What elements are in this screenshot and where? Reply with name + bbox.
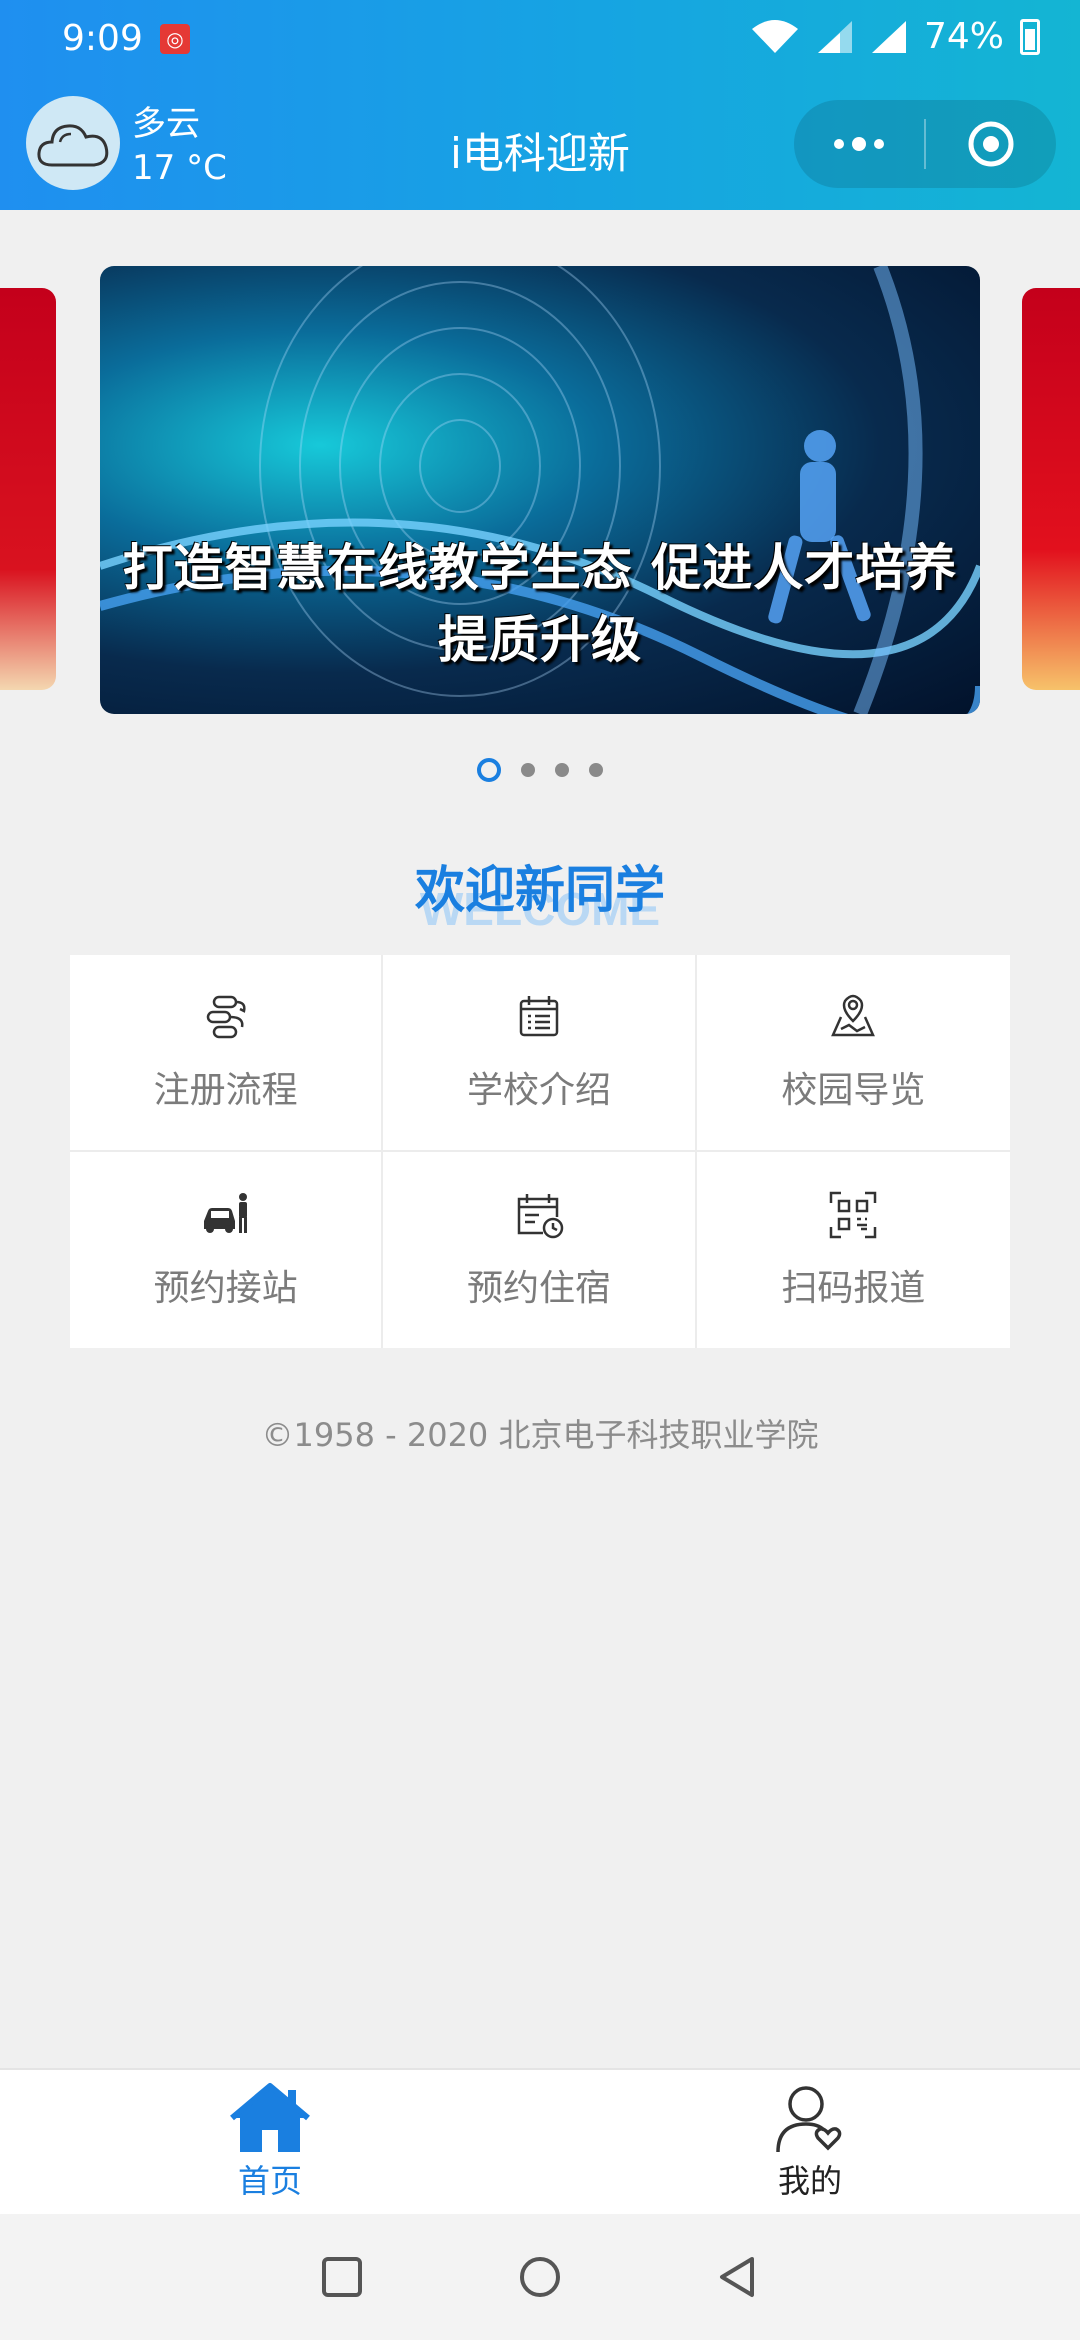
notification-app-icon: ◎ (160, 24, 190, 54)
calendar-list-icon (519, 996, 559, 1037)
carousel-dot-4[interactable] (589, 763, 603, 777)
battery-icon (1020, 18, 1040, 55)
menu-item-school-intro[interactable]: 学校介绍 (383, 955, 697, 1152)
close-program-button[interactable] (926, 100, 1056, 188)
feature-grid: 注册流程 学校介绍 校园导览 预约接站 预约住宿 扫码报道 (70, 955, 1010, 1348)
menu-item-label: 校园导览 (781, 1070, 926, 1112)
menu-item-label: 学校介绍 (466, 1070, 611, 1112)
back-button[interactable] (714, 2253, 762, 2301)
signal-icon-2 (871, 20, 906, 53)
menu-item-label: 预约接站 (153, 1267, 298, 1309)
copyright-text: ©1958 - 2020 北京电子科技职业学院 (261, 1416, 819, 1454)
home-system-button[interactable] (516, 2253, 564, 2301)
battery-percent: 74% (923, 16, 1004, 57)
process-flow-icon (206, 996, 246, 1039)
welcome-title: 欢迎新同学 (415, 861, 665, 919)
triangle-back-icon (720, 2257, 754, 2297)
home-icon (230, 2083, 310, 2152)
carousel-dot-2[interactable] (521, 763, 535, 777)
menu-item-pickup-booking[interactable]: 预约接站 (70, 1151, 384, 1348)
square-icon (322, 2257, 362, 2297)
tab-home[interactable]: 首页 (0, 2070, 540, 2214)
menu-item-registration-process[interactable]: 注册流程 (70, 955, 384, 1152)
status-time: 9:09 (62, 18, 143, 59)
carousel-dot-3[interactable] (555, 763, 569, 777)
menu-item-label: 扫码报道 (781, 1267, 926, 1309)
recent-apps-button[interactable] (318, 2253, 366, 2301)
menu-item-campus-tour[interactable]: 校园导览 (696, 955, 1010, 1152)
more-options-button[interactable] (794, 100, 924, 188)
target-icon (968, 121, 1014, 167)
calendar-clock-icon (517, 1193, 564, 1238)
system-navigation-bar (0, 2214, 1080, 2340)
user-heart-icon (776, 2086, 842, 2153)
mini-program-capsule (794, 100, 1056, 188)
tab-label-home: 首页 (237, 2162, 302, 2200)
signal-icon (817, 20, 852, 53)
menu-item-label: 预约住宿 (466, 1267, 611, 1309)
map-pin-icon (831, 995, 876, 1037)
carousel-dot-1[interactable] (477, 758, 501, 782)
menu-item-accommodation-booking[interactable]: 预约住宿 (383, 1151, 697, 1348)
status-right: 74% (750, 16, 1040, 57)
wifi-icon (751, 19, 798, 53)
banner-slide[interactable]: 打造智慧在线教学生态 促进人才培养提质升级 (100, 266, 980, 714)
tab-mine[interactable]: 我的 (540, 2070, 1080, 2214)
header-bar: 9:09 ◎ 74% 多云 17 °C i电科迎新 (0, 0, 1080, 210)
banner-next-peek[interactable] (1022, 288, 1080, 690)
tab-label-mine: 我的 (777, 2162, 842, 2200)
car-person-icon (203, 1192, 247, 1233)
qr-scan-icon (830, 1191, 877, 1238)
banner-caption: 打造智慧在线教学生态 促进人才培养提质升级 (122, 539, 958, 669)
banner-prev-peek[interactable] (0, 288, 56, 690)
menu-item-label: 注册流程 (153, 1070, 298, 1112)
menu-item-scan-checkin[interactable]: 扫码报道 (697, 1152, 1010, 1349)
bottom-tab-bar: 首页 我的 (0, 2068, 1080, 2214)
carousel-indicators (0, 758, 1080, 782)
circle-icon (520, 2257, 560, 2297)
